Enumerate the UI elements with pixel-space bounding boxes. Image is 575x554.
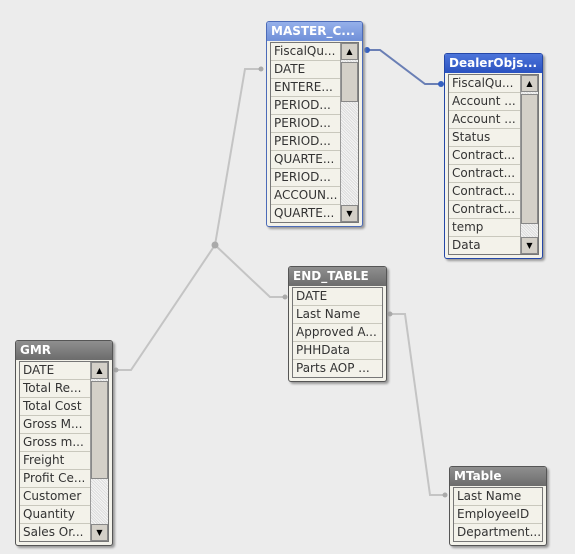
field-row[interactable]: FiscalQu...: [449, 75, 520, 93]
field-row[interactable]: Contract...: [449, 183, 520, 201]
field-row[interactable]: Contract...: [449, 201, 520, 219]
field-row[interactable]: PHHData: [293, 342, 382, 360]
field-row[interactable]: Department...: [454, 524, 542, 541]
table-title[interactable]: DealerObjs...: [445, 54, 542, 73]
field-row[interactable]: ACCOUN...: [271, 187, 340, 205]
field-row[interactable]: Contract...: [449, 147, 520, 165]
field-row[interactable]: Total Cost: [20, 398, 90, 416]
field-row[interactable]: Sales Or...: [20, 524, 90, 541]
scroll-up-icon[interactable]: ▲: [341, 43, 358, 60]
field-row[interactable]: Gross m...: [20, 434, 90, 452]
link-end-date: [214, 244, 286, 298]
table-dealerobjs[interactable]: DealerObjs... FiscalQu... Account ... Accou…: [444, 53, 543, 259]
table-mtable[interactable]: MTable Last Name EmployeeID Department...: [449, 466, 547, 546]
field-row[interactable]: Gross M...: [20, 416, 90, 434]
field-row[interactable]: PERIOD...: [271, 133, 340, 151]
field-row[interactable]: ENTERE...: [271, 79, 340, 97]
scroll-down-icon[interactable]: ▼: [521, 237, 538, 254]
table-master[interactable]: MASTER_C... FiscalQu... DATE ENTERE... PERIO…: [266, 21, 363, 227]
field-row[interactable]: Approved A...: [293, 324, 382, 342]
field-row[interactable]: Quantity: [20, 506, 90, 524]
field-row[interactable]: PERIOD...: [271, 97, 340, 115]
field-row[interactable]: FiscalQu...: [271, 43, 340, 61]
field-row[interactable]: Freight: [20, 452, 90, 470]
field-row[interactable]: QUARTE...: [271, 151, 340, 169]
link-lastname: [388, 313, 447, 496]
field-row[interactable]: DATE: [20, 362, 90, 380]
field-row[interactable]: temp: [449, 219, 520, 237]
table-title[interactable]: MTable: [450, 467, 546, 486]
field-row[interactable]: Account ...: [449, 93, 520, 111]
field-row[interactable]: PERIOD...: [271, 169, 340, 187]
link-gmr-date: [114, 244, 216, 371]
scroll-thumb[interactable]: [521, 94, 538, 224]
field-row[interactable]: Data: [449, 237, 520, 254]
scrollbar[interactable]: ▲ ▼: [90, 362, 108, 541]
link-fiscalquarter: [366, 49, 442, 85]
table-title[interactable]: END_TABLE: [289, 267, 386, 286]
field-row[interactable]: EmployeeID: [454, 506, 542, 524]
field-row[interactable]: PERIOD...: [271, 115, 340, 133]
field-row[interactable]: Parts AOP ...: [293, 360, 382, 377]
scroll-thumb[interactable]: [91, 381, 108, 479]
field-row[interactable]: Status: [449, 129, 520, 147]
scrollbar[interactable]: ▲ ▼: [340, 43, 358, 222]
scroll-down-icon[interactable]: ▼: [91, 524, 108, 541]
field-row[interactable]: Customer: [20, 488, 90, 506]
field-row[interactable]: Profit Ce...: [20, 470, 90, 488]
table-title[interactable]: GMR: [16, 341, 112, 360]
table-end-table[interactable]: END_TABLE DATE Last Name Approved A... PHHDa…: [288, 266, 387, 382]
scroll-down-icon[interactable]: ▼: [341, 205, 358, 222]
table-gmr[interactable]: GMR DATE Total Re... Total Cost Gross M... Gr…: [15, 340, 113, 546]
field-row[interactable]: Last Name: [454, 488, 542, 506]
link-master-date: [214, 68, 262, 246]
field-row[interactable]: Account ...: [449, 111, 520, 129]
scrollbar[interactable]: ▲ ▼: [520, 75, 538, 254]
field-row[interactable]: Last Name: [293, 306, 382, 324]
field-row[interactable]: DATE: [293, 288, 382, 306]
scroll-up-icon[interactable]: ▲: [91, 362, 108, 379]
field-row[interactable]: DATE: [271, 61, 340, 79]
field-row[interactable]: Contract...: [449, 165, 520, 183]
field-row[interactable]: Total Re...: [20, 380, 90, 398]
scroll-up-icon[interactable]: ▲: [521, 75, 538, 92]
scroll-thumb[interactable]: [341, 62, 358, 102]
field-row[interactable]: QUARTE...: [271, 205, 340, 222]
link-node: [211, 241, 219, 249]
table-title[interactable]: MASTER_C...: [267, 22, 362, 41]
